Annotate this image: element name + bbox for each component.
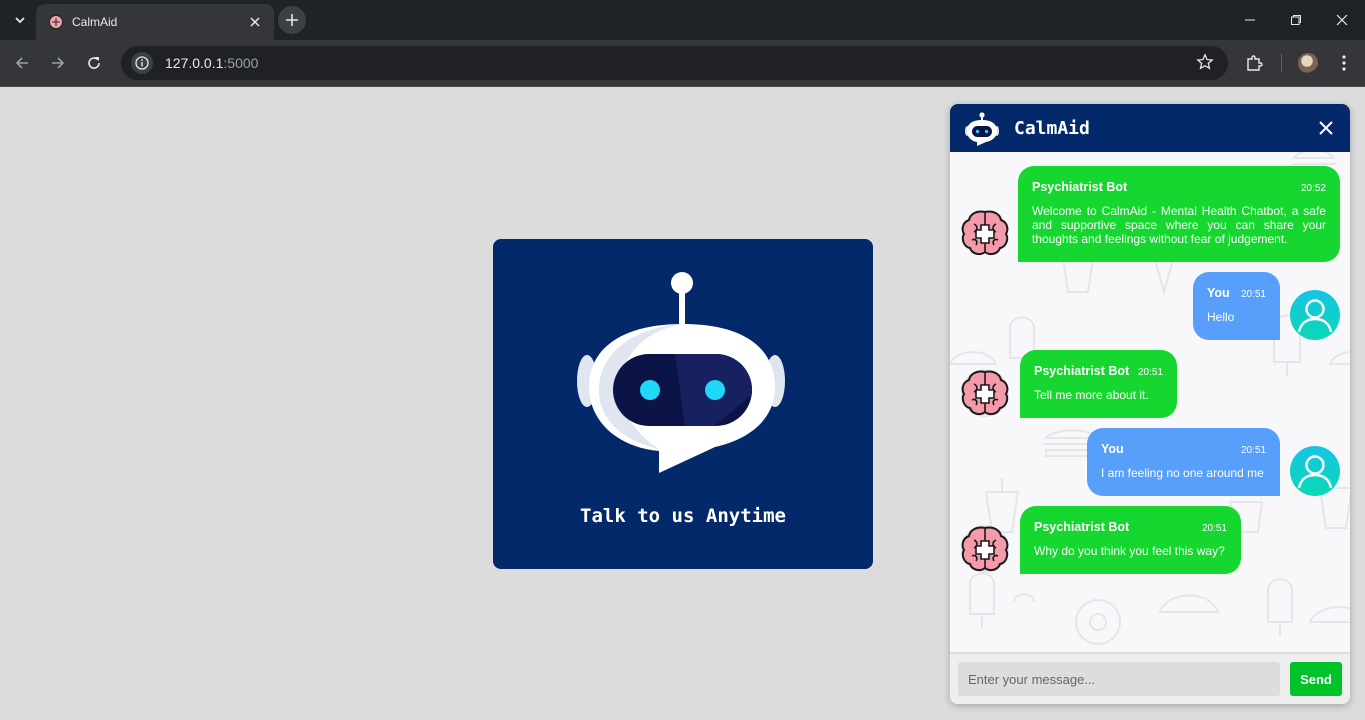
message-sender: You bbox=[1101, 442, 1124, 456]
forward-arrow-icon[interactable] bbox=[45, 50, 71, 76]
send-button[interactable]: Send bbox=[1290, 662, 1342, 696]
message-time: 20:51 bbox=[1201, 523, 1227, 534]
message-sender: Psychiatrist Bot bbox=[1032, 180, 1128, 194]
page-content: Talk to us Anytime CalmAid Psychiatrist … bbox=[0, 87, 1365, 720]
user-avatar-icon bbox=[1290, 290, 1340, 340]
message-bubble-bot: Psychiatrist Bot 20:52 Welcome to CalmAid… bbox=[1018, 166, 1340, 262]
tab-strip: CalmAid bbox=[0, 0, 1365, 40]
minimize-icon[interactable] bbox=[1227, 4, 1273, 36]
browser-tab[interactable]: CalmAid bbox=[36, 4, 274, 40]
robot-logo-icon bbox=[965, 112, 999, 146]
message-time: 20:51 bbox=[1240, 289, 1266, 300]
new-tab-button[interactable] bbox=[278, 6, 306, 34]
chat-messages[interactable]: Psychiatrist Bot 20:52 Welcome to CalmAid… bbox=[950, 152, 1350, 652]
chat-close-icon[interactable] bbox=[1316, 118, 1336, 138]
brain-favicon-icon bbox=[49, 15, 63, 29]
chat-input-area: Send bbox=[950, 652, 1350, 704]
user-avatar-icon bbox=[1290, 446, 1340, 496]
url-port: :5000 bbox=[223, 55, 259, 71]
browser-toolbar: 127.0.0.1:5000 bbox=[0, 40, 1365, 87]
message-time: 20:52 bbox=[1300, 183, 1326, 194]
message-bubble-bot: Psychiatrist Bot 20:51 Tell me more about… bbox=[1020, 350, 1177, 418]
profile-avatar[interactable] bbox=[1298, 53, 1318, 73]
url-host: 127.0.0.1 bbox=[165, 55, 224, 71]
address-bar[interactable]: 127.0.0.1:5000 bbox=[121, 46, 1228, 80]
extensions-puzzle-icon[interactable] bbox=[1242, 51, 1266, 75]
bookmark-star-icon[interactable] bbox=[1196, 53, 1216, 73]
message-text: I am feeling no one around me bbox=[1101, 466, 1264, 480]
hero-tagline: Talk to us Anytime bbox=[580, 505, 786, 527]
window-close-icon[interactable] bbox=[1319, 4, 1365, 36]
restore-icon[interactable] bbox=[1273, 4, 1319, 36]
bot-brain-avatar-icon bbox=[960, 524, 1010, 574]
hero-card: Talk to us Anytime bbox=[493, 239, 873, 569]
message-sender: Psychiatrist Bot bbox=[1034, 364, 1130, 378]
tab-title: CalmAid bbox=[72, 15, 118, 29]
reload-icon[interactable] bbox=[81, 50, 107, 76]
tab-search-icon[interactable] bbox=[8, 8, 32, 32]
chat-title: CalmAid bbox=[1014, 118, 1090, 139]
message-time: 20:51 bbox=[1137, 367, 1163, 378]
message-text: Hello bbox=[1207, 310, 1235, 324]
robot-mascot-icon bbox=[577, 272, 785, 473]
tab-close-icon[interactable] bbox=[246, 13, 264, 31]
chat-header: CalmAid bbox=[950, 104, 1350, 152]
message-bubble-user: You 20:51 I am feeling no one around me bbox=[1087, 428, 1280, 496]
site-info-icon[interactable] bbox=[131, 52, 153, 74]
message-text: Why do you think you feel this way? bbox=[1034, 544, 1225, 558]
message-text: Tell me more about it. bbox=[1034, 388, 1149, 402]
chat-widget: CalmAid Psychiatrist Bot 20:52 Welcome t… bbox=[950, 104, 1350, 704]
message-input[interactable] bbox=[958, 662, 1280, 696]
message-time: 20:51 bbox=[1240, 445, 1266, 456]
bot-brain-avatar-icon bbox=[960, 208, 1010, 258]
message-bubble-user: You 20:51 Hello bbox=[1193, 272, 1280, 340]
message-sender: You bbox=[1207, 286, 1230, 300]
message-text: Welcome to CalmAid - Mental Health Chatb… bbox=[1032, 204, 1326, 246]
kebab-menu-icon[interactable] bbox=[1332, 51, 1356, 75]
message-sender: Psychiatrist Bot bbox=[1034, 520, 1130, 534]
bot-brain-avatar-icon bbox=[960, 368, 1010, 418]
message-bubble-bot: Psychiatrist Bot 20:51 Why do you think y… bbox=[1020, 506, 1241, 574]
back-arrow-icon[interactable] bbox=[9, 50, 35, 76]
toolbar-separator bbox=[1281, 54, 1282, 72]
browser-chrome: CalmAid 127.0.0.1:5000 bbox=[0, 0, 1365, 87]
